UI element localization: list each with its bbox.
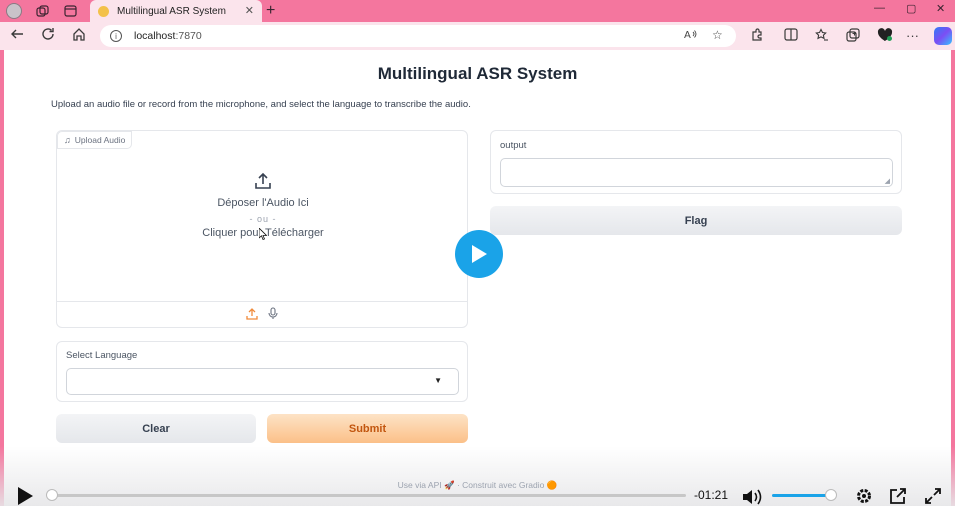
url-port: :7870 (175, 30, 202, 42)
browser-tab-bar: Multilingual ASR System ✕ + — ▢ ✕ (0, 0, 955, 22)
dropdown-caret-icon: ▼ (434, 376, 442, 385)
output-label: output (500, 140, 527, 151)
split-screen-icon[interactable] (784, 28, 798, 44)
gradio-favicon-icon (98, 5, 109, 17)
maximize-button[interactable]: ▢ (906, 2, 916, 15)
popout-icon[interactable] (889, 487, 907, 505)
time-remaining: -01:21 (694, 488, 729, 502)
collections-icon[interactable] (846, 28, 860, 45)
page-title: Multilingual ASR System (377, 64, 578, 83)
gradio-page: Multilingual ASR System Upload an audio … (4, 50, 951, 506)
fullscreen-icon[interactable] (924, 487, 942, 505)
upload-arrow-icon (255, 172, 271, 189)
music-note-icon: ♫ (64, 135, 71, 145)
upload-audio-label: ♫ Upload Audio (57, 131, 133, 149)
resize-grip-icon[interactable]: ◢ (885, 177, 890, 185)
use-via-api-link[interactable]: Use via API (398, 480, 442, 490)
gradio-logo-icon: 🟠 (546, 480, 558, 490)
clear-button[interactable]: Clear (56, 414, 256, 443)
site-info-icon[interactable]: i (110, 30, 122, 42)
language-label: Select Language (66, 350, 138, 361)
output-panel: output ◢ (490, 130, 902, 194)
video-play-overlay-button[interactable] (455, 230, 503, 278)
language-panel: Select Language ▼ (56, 341, 468, 402)
more-options-icon[interactable]: ··· (906, 28, 919, 43)
gradio-footer: Use via API 🚀 · Construit avec Gradio 🟠 (0, 480, 955, 491)
built-with-gradio-link[interactable]: Construit avec Gradio (462, 480, 544, 490)
browser-essentials-icon[interactable] (877, 28, 893, 45)
window-close-button[interactable]: ✕ (936, 2, 945, 15)
read-aloud-icon[interactable]: A (684, 28, 697, 43)
back-arrow-icon[interactable] (10, 27, 24, 44)
submit-button[interactable]: Submit (267, 414, 468, 443)
or-separator: - ou - (249, 214, 277, 224)
seek-handle[interactable] (46, 489, 58, 501)
video-controls-fade (0, 446, 955, 506)
favorites-icon[interactable] (815, 28, 829, 45)
url-host: localhost (134, 30, 176, 42)
play-triangle-icon (472, 245, 487, 263)
microphone-icon[interactable] (268, 307, 278, 323)
language-dropdown[interactable]: ▼ (66, 368, 459, 395)
profile-avatar[interactable] (6, 3, 22, 19)
audio-source-bar (57, 301, 467, 328)
active-tab[interactable]: Multilingual ASR System ✕ (90, 0, 262, 22)
page-description: Upload an audio file or record from the … (51, 99, 471, 110)
tab-close-icon[interactable]: ✕ (245, 4, 254, 17)
rocket-icon: 🚀 (443, 480, 457, 490)
home-icon[interactable] (72, 27, 86, 44)
upload-audio-label-text: Upload Audio (74, 135, 126, 145)
flag-button[interactable]: Flag (490, 206, 902, 235)
mouse-cursor-icon (259, 228, 267, 240)
workspaces-icon[interactable] (34, 3, 50, 19)
upload-source-icon[interactable] (246, 307, 258, 323)
favorite-star-icon[interactable]: ☆ (712, 28, 723, 42)
output-textbox[interactable]: ◢ (500, 158, 893, 187)
refresh-icon[interactable] (41, 27, 55, 44)
address-bar[interactable]: i localhost:7870 A ☆ (100, 25, 736, 47)
extensions-icon[interactable] (750, 28, 764, 45)
volume-slider[interactable] (772, 494, 832, 497)
minimize-button[interactable]: — (874, 2, 885, 14)
browser-toolbar: i localhost:7870 A ☆ ··· (0, 22, 955, 50)
copilot-icon[interactable] (934, 27, 952, 45)
drop-text: Déposer l'Audio Ici (217, 197, 309, 209)
video-play-icon[interactable] (16, 486, 34, 506)
vertical-tabs-icon[interactable] (62, 3, 78, 19)
volume-icon[interactable] (742, 488, 764, 506)
video-seek-bar[interactable] (46, 494, 686, 497)
settings-gear-icon[interactable] (855, 487, 873, 505)
tab-title: Multilingual ASR System (117, 5, 226, 17)
new-tab-button[interactable]: + (266, 2, 275, 20)
svg-text:A: A (684, 30, 691, 40)
